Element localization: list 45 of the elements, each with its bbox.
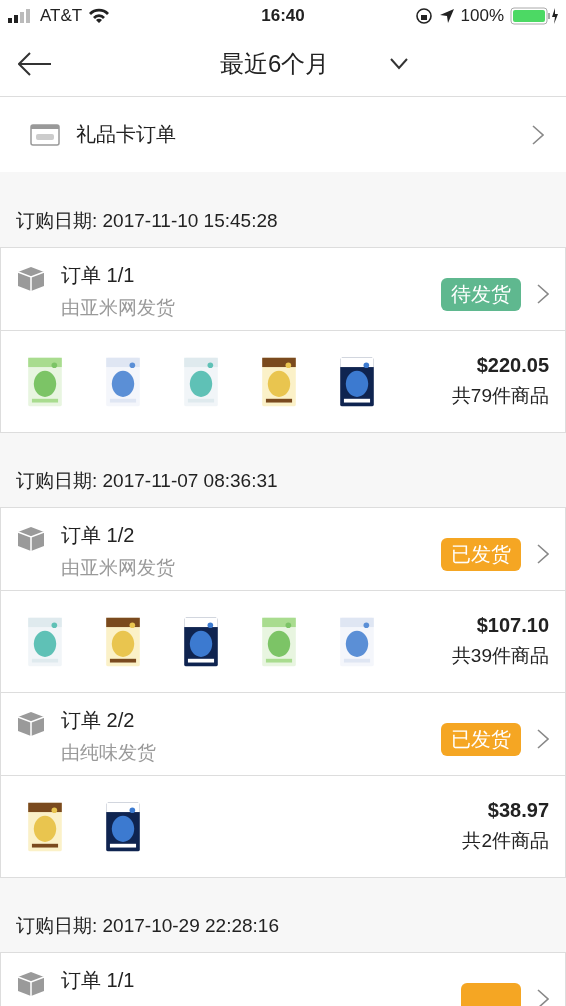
package-icon (17, 526, 45, 552)
rotation-lock-icon (414, 7, 433, 25)
wifi-icon (88, 8, 111, 24)
seller-label: 由亚米网发货 (61, 556, 176, 580)
battery-icon (510, 7, 558, 25)
order-date: 订购日期: 2017-10-29 22:28:16 (15, 914, 280, 938)
order-total: $220.05 (476, 354, 549, 377)
gift-card-label: 礼品卡订单 (76, 122, 177, 147)
order-date: 订购日期: 2017-11-07 08:36:31 (15, 469, 279, 493)
status-badge: 待发货 (441, 278, 521, 311)
clock: 16:40 (261, 6, 305, 26)
package-icon (17, 711, 45, 737)
package-icon (17, 971, 45, 997)
page-title[interactable]: 最近6个月 (220, 48, 330, 80)
battery-percent: 100% (460, 6, 504, 26)
location-icon (438, 8, 455, 24)
item-count: 共79件商品 (451, 384, 549, 408)
chevron-right-icon (532, 124, 544, 145)
chevron-right-icon (537, 989, 549, 1006)
seller-label: 由亚米网发货 (61, 296, 176, 320)
status-badge: 已发货 (441, 723, 521, 756)
package-icon (17, 266, 45, 292)
gift-card-icon (30, 123, 60, 146)
item-count: 共2件商品 (462, 829, 549, 853)
order-number: 订单 1/1 (61, 968, 136, 993)
gift-card-row[interactable]: 礼品卡订单 (0, 97, 566, 172)
item-count: 共39件商品 (451, 644, 549, 668)
order-card[interactable]: 订单 2/2 由纯味发货 已发货 $38.97 共2件商品 (0, 692, 566, 878)
carrier: AT&T (40, 6, 83, 26)
chevron-right-icon (537, 729, 549, 749)
order-date: 订购日期: 2017-11-10 15:45:28 (15, 209, 279, 233)
chevron-down-icon[interactable] (390, 58, 408, 70)
chevron-right-icon (537, 284, 549, 304)
order-total: $107.10 (476, 614, 549, 637)
order-number: 订单 2/2 (61, 708, 136, 733)
back-arrow-icon[interactable] (18, 52, 52, 76)
chevron-right-icon (537, 544, 549, 564)
order-number: 订单 1/2 (61, 523, 136, 548)
order-total: $38.97 (487, 799, 549, 822)
order-number: 订单 1/1 (61, 263, 136, 288)
order-card[interactable]: 订单 1/2 由亚米网发货 已发货 $107.10 共39件商品 (0, 507, 566, 693)
order-card[interactable]: 订单 1/1 由亚米网发货 待发货 $220.05 共79件商品 (0, 247, 566, 433)
seller-label: 由纯味发货 (61, 741, 157, 765)
order-card[interactable]: 订单 1/1 (0, 952, 566, 1006)
status-badge: 已发货 (441, 538, 521, 571)
